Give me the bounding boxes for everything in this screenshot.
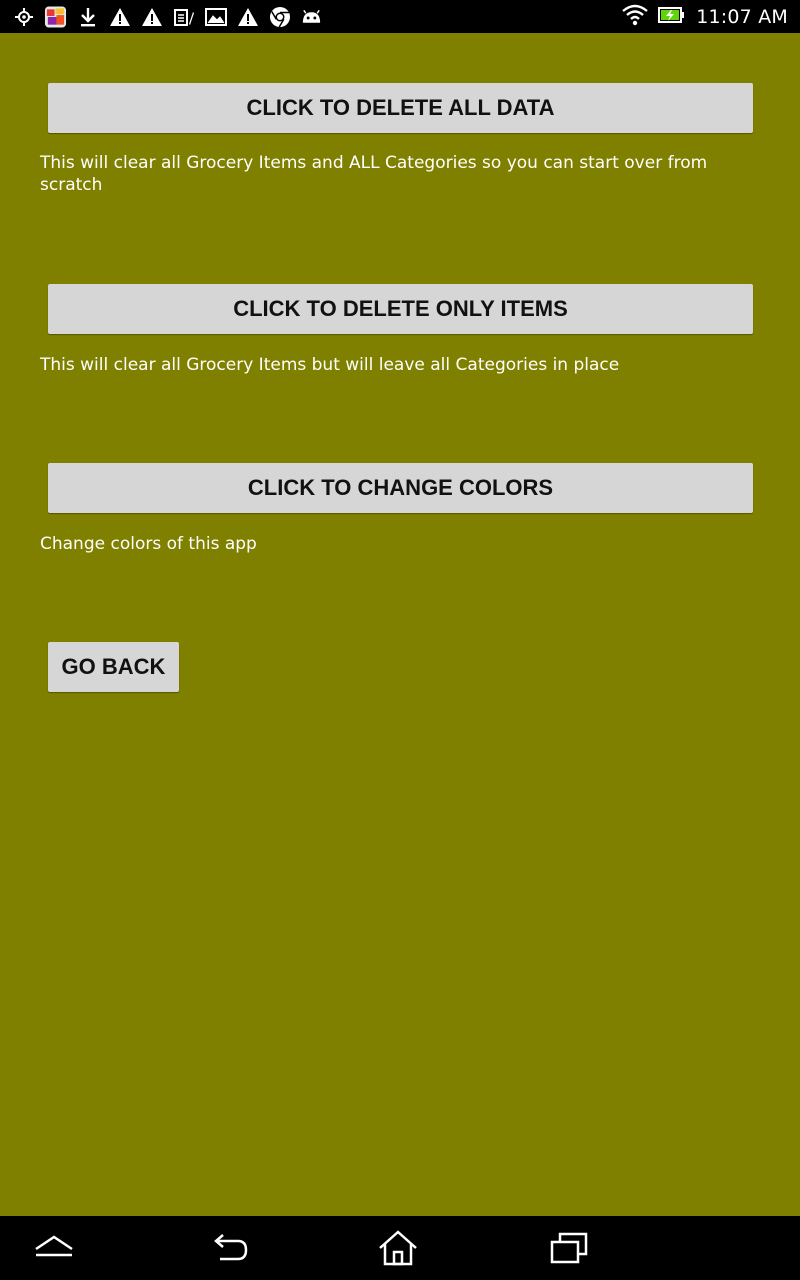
collapse-icon[interactable] (32, 1226, 76, 1270)
recent-apps-icon[interactable] (548, 1226, 592, 1270)
delete-all-data-description: This will clear all Grocery Items and AL… (40, 153, 708, 195)
delete-items-description: This will clear all Grocery Items but wi… (40, 355, 620, 375)
delete-all-data-button[interactable]: CLICK TO DELETE ALL DATA (48, 83, 753, 133)
delete-items-button[interactable]: CLICK TO DELETE ONLY ITEMS (48, 284, 753, 334)
chrome-icon (268, 5, 291, 28)
home-icon[interactable] (376, 1226, 420, 1270)
battery-charging-icon (658, 6, 686, 28)
warning-icon (108, 5, 131, 28)
warning-icon (236, 5, 259, 28)
change-colors-button[interactable]: CLICK TO CHANGE COLORS (48, 463, 753, 513)
photo-icon (204, 5, 227, 28)
app-icon (44, 5, 67, 28)
gps-icon (12, 5, 35, 28)
warning-icon (140, 5, 163, 28)
clock: 11:07 AM (696, 5, 788, 28)
status-bar: 11:07 AM (0, 0, 800, 33)
download-icon (76, 5, 99, 28)
system-status: 11:07 AM (622, 3, 788, 30)
android-icon (300, 5, 323, 28)
screen: 11:07 AM CLICK TO DELETE ALL DATA This w… (0, 0, 800, 1280)
navigation-bar (0, 1216, 800, 1280)
notes-icon (172, 5, 195, 28)
change-colors-description: Change colors of this app (40, 534, 257, 554)
wifi-icon (622, 4, 648, 30)
go-back-button[interactable]: GO BACK (48, 642, 179, 692)
notification-icons (12, 4, 323, 29)
back-arrow-icon[interactable] (206, 1226, 250, 1270)
